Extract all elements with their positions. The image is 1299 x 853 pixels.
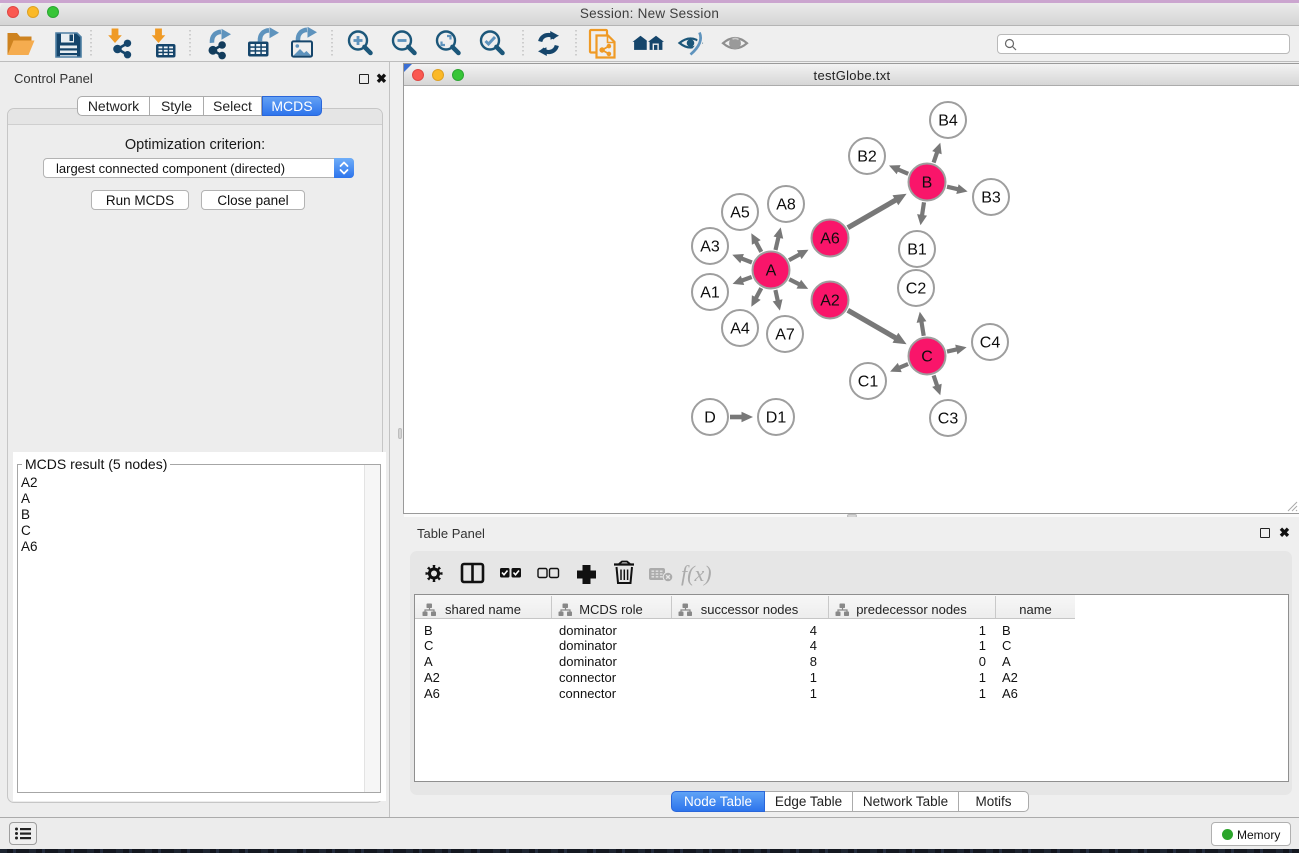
svg-text:A3: A3 xyxy=(700,239,720,256)
svg-text:A8: A8 xyxy=(776,197,796,214)
svg-text:A6: A6 xyxy=(820,231,840,248)
svg-text:D1: D1 xyxy=(766,410,787,427)
svg-text:B: B xyxy=(922,175,933,192)
svg-text:A7: A7 xyxy=(775,327,795,344)
svg-text:A2: A2 xyxy=(820,293,840,310)
svg-text:A5: A5 xyxy=(730,205,750,222)
svg-text:B4: B4 xyxy=(938,113,958,130)
svg-text:B2: B2 xyxy=(857,149,877,166)
svg-text:B3: B3 xyxy=(981,190,1001,207)
svg-text:B1: B1 xyxy=(907,242,927,259)
svg-text:A4: A4 xyxy=(730,321,750,338)
svg-text:C1: C1 xyxy=(858,374,879,391)
svg-text:A1: A1 xyxy=(700,285,720,302)
svg-text:C: C xyxy=(921,349,933,366)
svg-text:C3: C3 xyxy=(938,411,959,428)
svg-text:A: A xyxy=(766,263,777,280)
svg-text:C2: C2 xyxy=(906,281,927,298)
svg-text:f(x): f(x) xyxy=(681,561,712,586)
svg-text:C4: C4 xyxy=(980,335,1001,352)
svg-text:D: D xyxy=(704,410,716,427)
